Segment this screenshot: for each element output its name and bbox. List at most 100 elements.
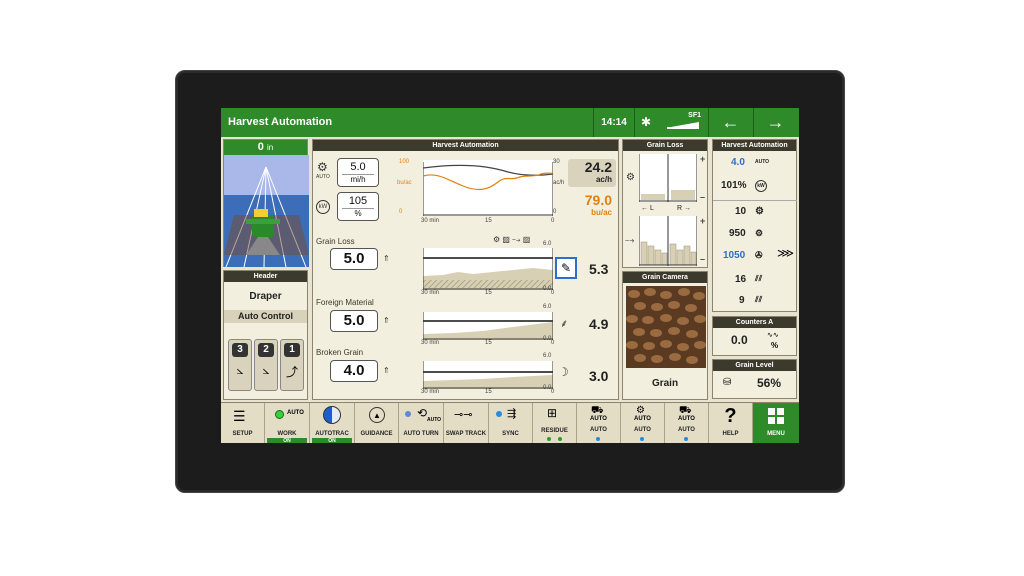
work-on-indicator: ON [267, 438, 307, 443]
auto-turn-button[interactable]: ⟲ AUTO AUTO TURN [399, 403, 444, 443]
sync-button[interactable]: ⇶ SYNC [489, 403, 533, 443]
auto-turn-icon: ⟲ [417, 406, 428, 420]
harvest-automation-side-panel[interactable]: Harvest Automation 4.0 AUTO 101% kW 10 ⚙… [712, 139, 797, 312]
setpoint-adjust-icon: ⇑ [383, 366, 390, 375]
rate-axis-min: 0 [553, 209, 557, 215]
header-type: Draper [249, 291, 282, 302]
setup-label: SETUP [232, 431, 253, 437]
grain-loss-x-right: 0 [551, 290, 555, 296]
setup-button[interactable]: ☰ SETUP [221, 403, 265, 443]
counter-wave-icon: ∿∿ [767, 332, 779, 339]
side-panel-title: Harvest Automation [713, 140, 796, 151]
ha-concave-value: 10 [735, 206, 747, 217]
autotrac-label: AUTOTRAC [315, 431, 349, 437]
grain-level-panel[interactable]: Grain Level ⛁ 56% [712, 359, 797, 399]
yield-readout: 79.0 bu/ac [568, 192, 616, 220]
header-height-unit: in [266, 143, 274, 152]
broken-ymax: 6.0 [543, 353, 552, 359]
foreign-material-trend-chart [423, 312, 553, 340]
yield-axis-min: 0 [399, 209, 403, 215]
work-status-light [275, 410, 284, 419]
autotrac-wheel-icon [323, 406, 341, 424]
ha-power-value: 101% [721, 180, 747, 191]
broken-grain-trend-chart [423, 361, 553, 389]
grain-loss-value: 5.3 [589, 261, 609, 277]
foreign-x-right: 0 [551, 340, 555, 346]
residue-button[interactable]: ⊞ RESIDUE [533, 403, 577, 443]
grain-tank-icon: ⛁ [723, 377, 732, 388]
swap-track-button[interactable]: ⊸⊸ SWAP TRACK [444, 403, 489, 443]
grain-camera-panel[interactable]: Grain Camera Grain [622, 271, 708, 400]
ha-divider [713, 200, 797, 201]
auto-turn-auto-tag: AUTO [427, 417, 442, 423]
residue-light-left [547, 437, 551, 441]
loss-minus-2: – [700, 254, 706, 264]
broken-grain-value: 3.0 [589, 368, 609, 384]
header-panel: Header Draper Auto Control 3 ⦣ 2 ⦣ 1 ⤴ [223, 270, 308, 400]
setpoint-adjust-icon: ⇑ [383, 254, 390, 263]
auto-unload-light [684, 437, 688, 441]
autotrac-button[interactable]: AUTOTRAC ON [310, 403, 355, 443]
back-button[interactable]: ← [708, 108, 752, 137]
sync-light [496, 411, 502, 417]
menu-button[interactable]: MENU [753, 403, 799, 443]
rate-axis-unit: ac/h [553, 180, 565, 186]
power-setpoint-box[interactable]: 105 % [337, 192, 379, 221]
speed-setpoint-box[interactable]: 5.0 mi/h [337, 158, 379, 187]
sf-signal-label: SF1 [688, 112, 701, 119]
header-angle-icon: ⦣ [236, 363, 244, 377]
sync-label: SYNC [502, 431, 519, 437]
foreign-material-label: Foreign Material [316, 298, 374, 307]
yield-unit: bu/ac [591, 208, 612, 217]
help-button[interactable]: ? HELP [709, 403, 753, 443]
rotor-loss-bar-graph [639, 154, 697, 202]
broken-x-left: 30 min [421, 389, 440, 395]
right-side-label: R → [677, 205, 692, 212]
work-label: WORK [277, 431, 297, 437]
forward-button[interactable]: → [753, 108, 797, 137]
grain-loss-setpoint[interactable]: 5.0 [330, 248, 378, 270]
broken-grain-setpoint[interactable]: 4.0 [330, 360, 378, 382]
ha-chaffer-value: 16 [735, 274, 747, 285]
grain-loss-panel-title: Grain Loss [623, 140, 707, 151]
header-angle-icon: ⦣ [262, 363, 270, 377]
loss-plus-1: + [700, 154, 706, 164]
menu-grid-icon [768, 408, 784, 424]
loss-plus-2: + [700, 216, 706, 226]
work-button[interactable]: AUTO WORK ON [265, 403, 310, 443]
foreign-material-setpoint[interactable]: 5.0 [330, 310, 378, 332]
guidance-button[interactable]: ▲ GUIDANCE [355, 403, 399, 443]
auto-unload-label-1: AUTO [678, 416, 695, 422]
work-auto-tag: AUTO [287, 410, 304, 416]
ha-concave-icon: ⚙ [755, 206, 764, 217]
ha-speed-value: 4.0 [731, 157, 745, 168]
counters-panel[interactable]: Counters A 0.0 ∿∿ % [712, 316, 797, 356]
counters-title: Counters A [713, 317, 796, 328]
arrow-right-icon: → [766, 112, 785, 132]
grain-loss-x-left: 30 min [421, 290, 440, 296]
header-preset-3-button[interactable]: 3 ⦣ [228, 339, 252, 391]
foreign-x-mid: 15 [485, 340, 492, 346]
rate-yield-trend-chart [423, 160, 553, 216]
counters-unit: % [771, 341, 779, 350]
auto-settings-light [640, 437, 644, 441]
auto-header-button[interactable]: ⛟ AUTO AUTO [577, 403, 621, 443]
speed-unit: mi/h [342, 174, 374, 184]
field-view-graphic [224, 155, 309, 268]
header-preset-1-button[interactable]: 1 ⤴ [280, 339, 304, 391]
chart-top-x-left: 30 min [421, 218, 440, 224]
auto-header-label-1: AUTO [590, 416, 607, 422]
auto-settings-button[interactable]: ⚙ AUTO AUTO [621, 403, 665, 443]
page-title: Harvest Automation [228, 116, 333, 128]
right-label: R [677, 205, 683, 212]
setpoint-adjust-icon: ⇑ [383, 316, 390, 325]
grain-loss-trend-chart [423, 248, 553, 290]
setup-list-icon: ☰ [233, 408, 246, 424]
auto-tag: AUTO [316, 174, 330, 180]
header-preset-2-button[interactable]: 2 ⦣ [254, 339, 278, 391]
grain-loss-sensor-button[interactable]: ✎ [555, 257, 577, 279]
header-height-value: 0 [257, 141, 264, 153]
auto-unload-button[interactable]: ⛟ AUTO AUTO [665, 403, 709, 443]
gear-icon: ⚙ [636, 405, 645, 416]
grain-loss-x-mid: 15 [485, 290, 492, 296]
